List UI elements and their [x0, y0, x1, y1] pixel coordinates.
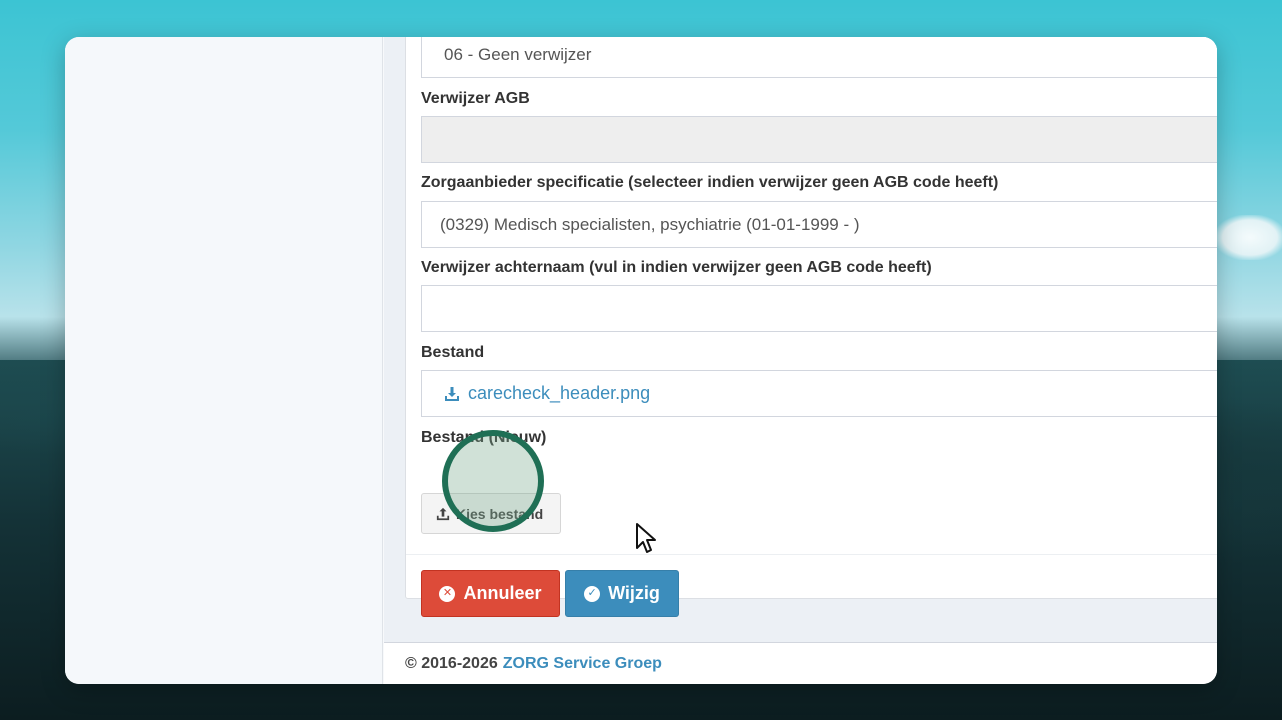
page-footer: © 2016-2026 ZORG Service Groep — [384, 642, 1217, 684]
provider-spec-select[interactable]: (0329) Medisch specialisten, psychiatrie… — [421, 201, 1217, 248]
upload-icon — [436, 507, 450, 520]
file-name: carecheck_header.png — [468, 383, 651, 403]
file-download-link[interactable]: carecheck_header.png — [444, 383, 650, 404]
referrer-lastname-input[interactable] — [421, 285, 1217, 332]
referrer-agb-label: Verwijzer AGB — [421, 90, 530, 107]
save-button[interactable]: ✓ Wijzig — [565, 570, 679, 617]
cancel-label: Annuleer — [463, 583, 542, 603]
form-divider — [406, 554, 1217, 555]
cancel-button[interactable]: ✕ Annuleer — [421, 570, 560, 617]
app-window: 06 - Geen verwijzer Verwijzer AGB Zorgaa… — [65, 37, 1217, 684]
mouse-pointer-icon — [636, 523, 656, 553]
check-circle-icon: ✓ — [584, 585, 601, 602]
sidebar — [65, 37, 383, 684]
download-icon — [445, 386, 459, 401]
main-content: 06 - Geen verwijzer Verwijzer AGB Zorgaa… — [384, 37, 1217, 642]
file-label: Bestand — [421, 344, 485, 361]
file-field: carecheck_header.png — [421, 370, 1217, 417]
footer-copyright: © 2016-2026 — [405, 654, 498, 672]
times-circle-icon: ✕ — [439, 585, 456, 602]
click-highlight-ring — [442, 430, 544, 532]
provider-spec-value: (0329) Medisch specialisten, psychiatrie… — [440, 214, 860, 234]
save-label: Wijzig — [608, 583, 660, 603]
referrer-agb-field — [421, 116, 1217, 163]
referral-type-select[interactable]: 06 - Geen verwijzer — [421, 37, 1217, 78]
referral-type-value: 06 - Geen verwijzer — [444, 45, 592, 64]
provider-spec-label: Zorgaanbieder specificatie (selecteer in… — [421, 174, 999, 191]
footer-company-link[interactable]: ZORG Service Groep — [503, 655, 662, 673]
background-cloud — [1215, 215, 1282, 260]
referrer-lastname-label: Verwijzer achternaam (vul in indien verw… — [421, 259, 932, 276]
